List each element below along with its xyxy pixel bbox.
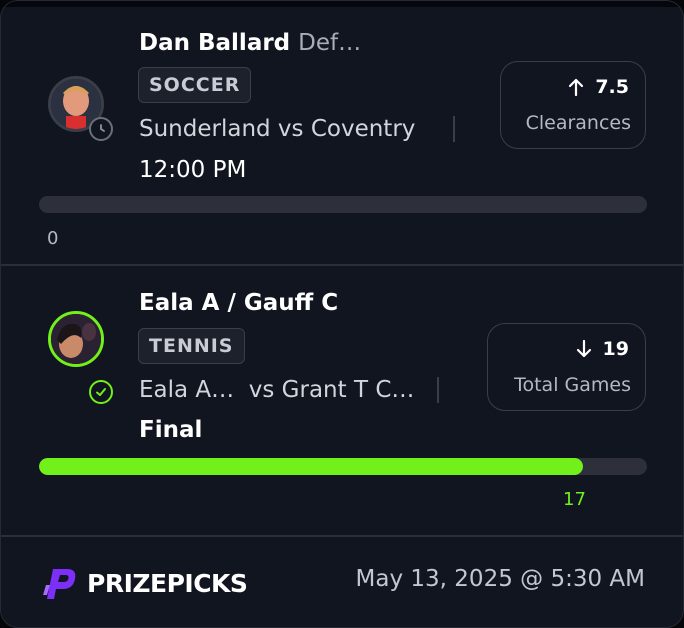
pick-row-tennis[interactable]: Eala A / Gauff C TENNIS Eala A… vs Grant… bbox=[1, 266, 683, 534]
divider bbox=[437, 377, 439, 403]
progress-value: 17 bbox=[563, 489, 586, 510]
line-box[interactable]: 19 Total Games bbox=[487, 323, 646, 411]
check-circle-icon bbox=[89, 380, 113, 404]
match-text: Sunderland vs Coventry bbox=[139, 116, 416, 142]
player-position: Def… bbox=[298, 30, 362, 56]
divider bbox=[453, 116, 455, 142]
footer: PRIZEPICKS May 13, 2025 @ 5:30 AM bbox=[1, 537, 683, 627]
player-photo bbox=[51, 314, 101, 364]
progress-fill bbox=[39, 458, 584, 475]
brand-name: PRIZEPICKS bbox=[87, 568, 248, 598]
sport-tag: TENNIS bbox=[138, 328, 245, 364]
line-box[interactable]: 7.5 Clearances bbox=[500, 61, 646, 149]
prizepicks-logo-icon bbox=[43, 569, 76, 599]
pick-card: Dan Ballard Def… SOCCER Sunderland vs Co… bbox=[0, 0, 684, 628]
stat-label: Total Games bbox=[514, 374, 631, 396]
match-right: vs Grant T C… bbox=[248, 377, 415, 403]
game-status: Final bbox=[139, 417, 203, 443]
match-left: Eala A… bbox=[139, 377, 235, 403]
progress-track bbox=[39, 196, 647, 213]
stat-label: Clearances bbox=[525, 112, 631, 134]
game-time: 12:00 PM bbox=[139, 157, 247, 183]
player-name: Eala A / Gauff C bbox=[139, 290, 339, 316]
progress-value: 0 bbox=[47, 228, 59, 249]
match-text: Eala A… vs Grant T C… bbox=[139, 377, 414, 403]
arrow-up-icon bbox=[569, 78, 584, 97]
entry-date: May 13, 2025 @ 5:30 AM bbox=[355, 566, 645, 592]
line-value: 19 bbox=[602, 338, 629, 360]
player-name: Dan Ballard Def… bbox=[139, 30, 362, 56]
line-value: 7.5 bbox=[595, 76, 629, 98]
pick-row-soccer[interactable]: Dan Ballard Def… SOCCER Sunderland vs Co… bbox=[1, 7, 683, 265]
avatar bbox=[48, 311, 104, 367]
progress-track bbox=[39, 458, 647, 475]
arrow-down-icon bbox=[576, 339, 591, 358]
prizepicks-logo[interactable]: PRIZEPICKS bbox=[41, 565, 248, 601]
clock-icon bbox=[89, 117, 113, 141]
sport-tag: SOCCER bbox=[138, 67, 252, 103]
